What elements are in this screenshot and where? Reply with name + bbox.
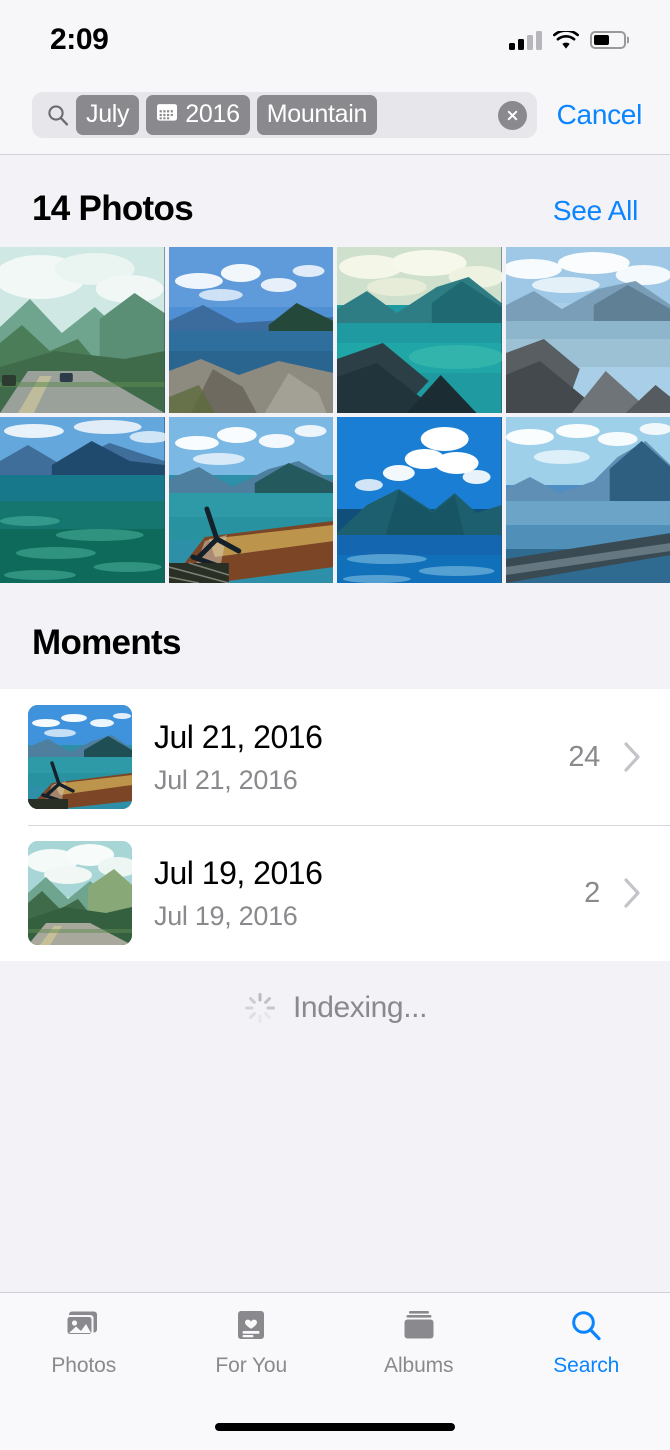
status-bar: 2:09 — [0, 0, 670, 76]
search-token-mountain[interactable]: Mountain — [256, 95, 378, 135]
indexing-label: Indexing... — [292, 991, 428, 1024]
tab-label: For You — [215, 1354, 288, 1377]
search-magnifier-icon — [564, 1307, 608, 1345]
activity-spinner-icon — [243, 991, 277, 1025]
chevron-right-icon — [622, 876, 642, 910]
for-you-card-icon — [229, 1307, 273, 1345]
search-tokens: July 2016 Mountain — [76, 95, 488, 135]
calendar-icon — [156, 102, 178, 127]
moment-subtitle: Jul 21, 2016 — [154, 765, 298, 795]
photo-tile[interactable] — [337, 247, 502, 413]
tab-albums[interactable]: Albums — [335, 1307, 503, 1378]
home-indicator-area — [0, 1404, 670, 1450]
moment-text: Jul 19, 2016 Jul 19, 2016 — [132, 854, 584, 933]
photos-stack-icon — [62, 1307, 106, 1345]
home-indicator[interactable] — [215, 1423, 455, 1431]
search-icon — [46, 103, 70, 127]
search-results: 14 Photos See All Moments Jul 21, 2016 J… — [0, 155, 670, 1292]
photo-grid — [0, 247, 670, 583]
photo-tile[interactable] — [168, 247, 333, 413]
moment-title: Jul 21, 2016 — [154, 718, 323, 755]
photo-tile[interactable] — [0, 417, 165, 583]
moments-section-header: Moments — [0, 583, 670, 689]
tab-label: Search — [553, 1354, 620, 1377]
token-label: July — [86, 100, 130, 128]
photo-tile[interactable] — [0, 247, 165, 413]
moments-title: Moments — [32, 623, 181, 662]
photo-tile[interactable] — [505, 417, 670, 583]
photos-search-screen: 2:09 July 2016 Mountain Cancel 14 Photos… — [0, 0, 670, 1450]
indexing-status: Indexing... — [0, 961, 670, 1025]
token-label: 2016 — [185, 100, 240, 128]
search-token-2016[interactable]: 2016 — [146, 95, 250, 135]
albums-stack-icon — [397, 1307, 441, 1345]
photo-tile[interactable] — [505, 247, 670, 413]
moment-subtitle: Jul 19, 2016 — [154, 901, 298, 931]
cancel-button[interactable]: Cancel — [537, 99, 648, 131]
moments-list: Jul 21, 2016 Jul 21, 2016 24 Jul 19, 201… — [0, 689, 670, 961]
status-time: 2:09 — [50, 23, 109, 56]
chevron-right-icon — [622, 740, 642, 774]
wifi-icon — [553, 28, 579, 50]
clear-search-button[interactable] — [497, 100, 527, 130]
moment-thumbnail — [28, 841, 132, 945]
tab-label: Albums — [384, 1354, 454, 1377]
moment-title: Jul 19, 2016 — [154, 854, 323, 891]
moment-text: Jul 21, 2016 Jul 21, 2016 — [132, 718, 568, 797]
search-token-july[interactable]: July — [76, 95, 140, 135]
battery-icon — [590, 31, 626, 49]
tab-search[interactable]: Search — [503, 1307, 670, 1378]
tab-bar: Photos For You Albums Search — [0, 1292, 670, 1404]
search-bar: July 2016 Mountain Cancel — [0, 76, 670, 155]
photo-tile[interactable] — [337, 417, 502, 583]
cellular-bars-icon — [509, 30, 542, 50]
tab-label: Photos — [51, 1354, 117, 1377]
status-indicators — [509, 26, 626, 50]
moment-count: 2 — [584, 876, 600, 909]
photos-section-header: 14 Photos See All — [0, 155, 670, 247]
moment-row[interactable]: Jul 19, 2016 Jul 19, 2016 2 — [0, 825, 670, 961]
moment-row[interactable]: Jul 21, 2016 Jul 21, 2016 24 — [0, 689, 670, 825]
token-label: Mountain — [266, 100, 368, 128]
photo-tile[interactable] — [168, 417, 333, 583]
see-all-button[interactable]: See All — [553, 195, 638, 227]
moment-thumbnail — [28, 705, 132, 809]
photos-count-title: 14 Photos — [32, 189, 194, 228]
tab-photos[interactable]: Photos — [0, 1307, 168, 1378]
moment-count: 24 — [568, 740, 600, 773]
search-input[interactable]: July 2016 Mountain — [32, 92, 537, 138]
tab-for-you[interactable]: For You — [168, 1307, 336, 1378]
